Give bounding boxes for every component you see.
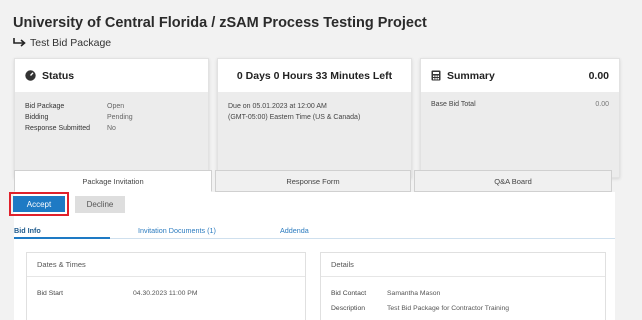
summary-card-title: Summary [447, 69, 495, 82]
bid-start-label: Bid Start [37, 290, 64, 297]
base-bid-label: Base Bid Total [431, 101, 476, 108]
description-row: Description Test Bid Package for Contrac… [331, 305, 509, 312]
decline-button[interactable]: Decline [75, 196, 125, 213]
subtab-invitation-documents[interactable]: Invitation Documents (1) [138, 226, 216, 235]
status-row-value: Pending [107, 114, 133, 121]
status-card-header: Status [15, 59, 208, 93]
base-bid-row: Base Bid Total 0.00 [431, 101, 609, 108]
summary-card: Summary 0.00 Base Bid Total 0.00 [420, 58, 620, 178]
timezone: (GMT-05:00) Eastern Time (US & Canada) [228, 114, 361, 121]
status-row-value: Open [107, 103, 125, 110]
status-row-label: Response Submitted [25, 125, 90, 132]
status-card-title: Status [42, 69, 75, 82]
tab-response-form[interactable]: Response Form [215, 170, 411, 192]
time-remaining-card: 0 Days 0 Hours 33 Minutes Left Due on 05… [217, 58, 412, 178]
due-date: Due on 05.01.2023 at 12:00 AM [228, 103, 327, 110]
summary-total: 0.00 [588, 69, 609, 82]
bid-start-row: Bid Start 04.30.2023 11:00 PM [37, 290, 198, 297]
dates-times-box: Dates & Times Bid Start 04.30.2023 11:00… [26, 252, 306, 320]
bid-start-value: 04.30.2023 11:00 PM [133, 290, 198, 297]
bid-contact-row: Bid Contact Samantha Mason [331, 290, 440, 297]
subtab-bid-info[interactable]: Bid Info [14, 226, 41, 235]
tab-package-invitation[interactable]: Package Invitation [14, 170, 212, 192]
package-breadcrumb: Test Bid Package [13, 37, 111, 49]
active-subtab-indicator [14, 237, 110, 239]
description-label: Description [331, 305, 365, 312]
summary-card-body: Base Bid Total 0.00 [421, 93, 619, 177]
summary-card-header: Summary 0.00 [421, 59, 619, 93]
arrow-return-icon [13, 38, 26, 47]
subtab-addenda[interactable]: Addenda [280, 226, 309, 235]
status-gauge-icon [25, 70, 36, 81]
status-row-value: No [107, 125, 116, 132]
status-row-label: Bidding [25, 114, 49, 121]
status-row: Bid Package Open [25, 101, 198, 112]
details-title: Details [321, 253, 605, 277]
status-card-body: Bid Package Open Bidding Pending Respons… [15, 93, 208, 177]
base-bid-value: 0.00 [595, 101, 609, 108]
main-tabs: Package Invitation Response Form Q&A Boa… [14, 170, 615, 192]
status-row-label: Bid Package [25, 103, 65, 110]
dates-times-title: Dates & Times [27, 253, 305, 277]
description-value: Test Bid Package for Contractor Training [387, 305, 510, 312]
package-name: Test Bid Package [30, 37, 112, 49]
status-card: Status Bid Package Open Bidding Pending … [14, 58, 209, 178]
status-row: Bidding Pending [25, 112, 198, 123]
project-title: University of Central Florida / zSAM Pro… [13, 15, 427, 31]
tab-qa-board[interactable]: Q&A Board [414, 170, 612, 192]
time-remaining-title: 0 Days 0 Hours 33 Minutes Left [218, 59, 411, 93]
bid-contact-value: Samantha Mason [387, 290, 441, 297]
accept-button[interactable]: Accept [13, 196, 65, 212]
bid-contact-label: Bid Contact [331, 290, 367, 297]
time-card-body: Due on 05.01.2023 at 12:00 AM (GMT-05:00… [218, 93, 411, 177]
details-box: Details Bid Contact Samantha Mason Descr… [320, 252, 606, 320]
calculator-icon [431, 70, 441, 81]
status-row: Response Submitted No [25, 123, 198, 134]
